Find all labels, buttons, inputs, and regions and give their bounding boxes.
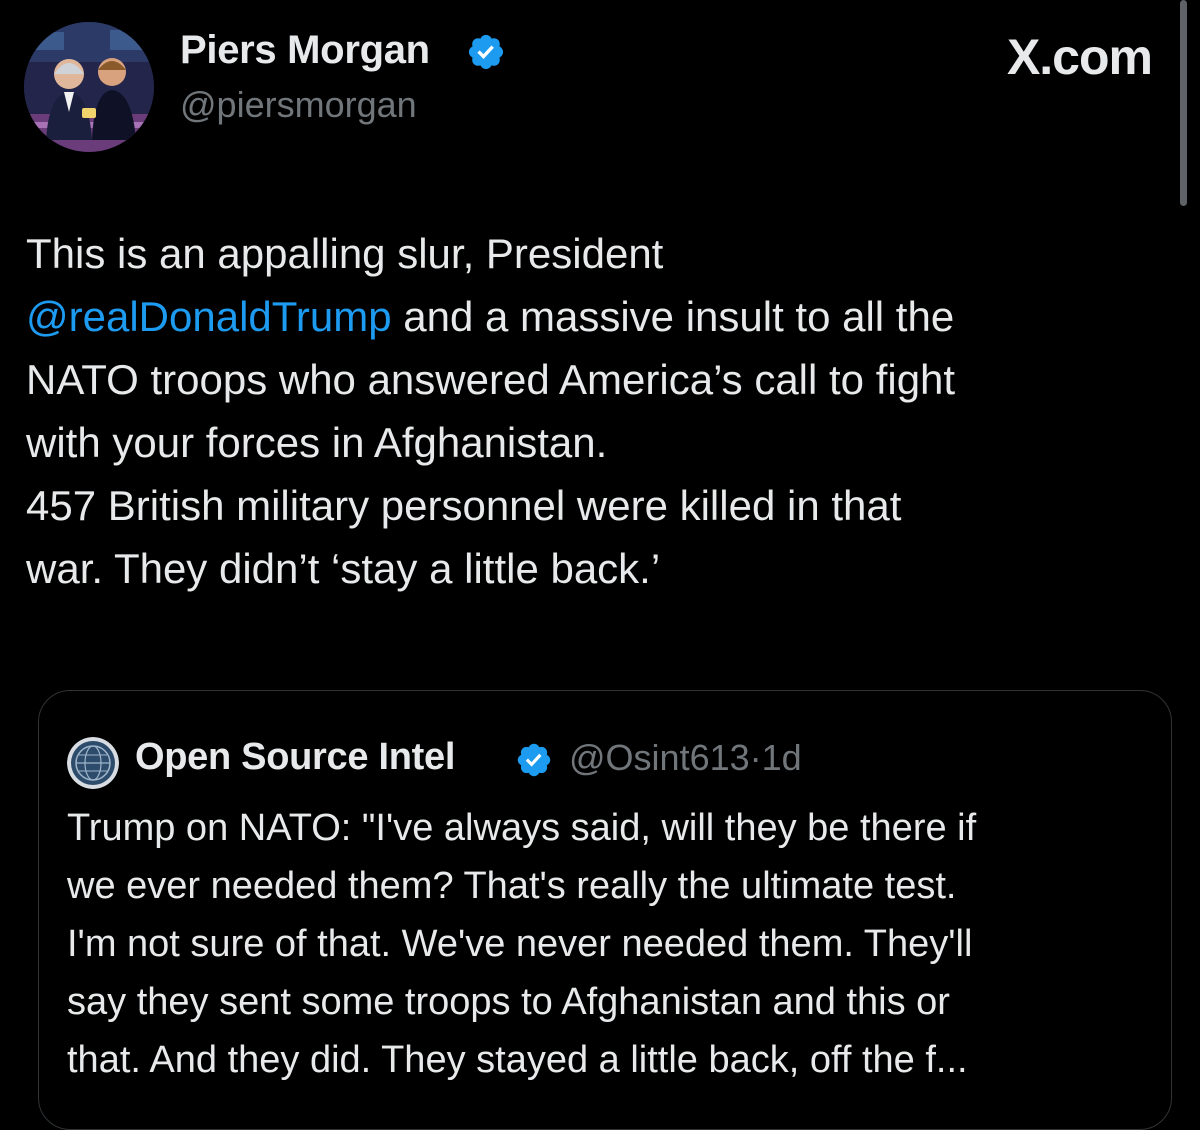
quoted-line: say they sent some troops to Afghanistan…	[67, 981, 950, 1023]
quoted-tweet-card[interactable]: Open Source Intel @Osint613·1d Trump on …	[38, 690, 1172, 1130]
quoted-meta: @Osint613·1d	[569, 737, 802, 779]
quoted-author-handle[interactable]: @Osint613	[569, 737, 750, 778]
author-avatar[interactable]	[24, 22, 154, 152]
tweet-line-text: 457 British military personnel were kill…	[26, 482, 902, 529]
quoted-author-name[interactable]: Open Source Intel	[135, 736, 455, 779]
tweet-line-text: war. They didn’t ‘stay a little back.’	[26, 545, 661, 592]
tweet-line: This is an appalling slur, President	[26, 222, 1176, 285]
mention-link[interactable]: @realDonaldTrump	[26, 293, 392, 340]
scrollbar-thumb[interactable]	[1180, 0, 1187, 206]
quoted-line: Trump on NATO: "I've always said, will t…	[67, 807, 977, 849]
quoted-line: that. And they did. They stayed a little…	[67, 1039, 968, 1081]
tweet-line: war. They didn’t ‘stay a little back.’	[26, 537, 1176, 600]
quoted-verified-badge-icon	[517, 743, 551, 777]
meta-separator: ·	[749, 737, 762, 778]
quoted-line: we ever needed them? That's really the u…	[67, 865, 957, 907]
tweet-text: This is an appalling slur, President @re…	[26, 222, 1176, 600]
tweet-line-text: NATO troops who answered America’s call …	[26, 356, 956, 403]
author-avatar-photo	[24, 22, 154, 152]
tweet-line-text: and a massive insult to all the	[391, 293, 955, 340]
author-handle[interactable]: @piersmorgan	[180, 84, 417, 126]
quoted-line: I'm not sure of that. We've never needed…	[67, 923, 973, 965]
quoted-timestamp[interactable]: 1d	[762, 737, 802, 778]
tweet-line-text: This is an appalling slur, President	[26, 230, 664, 277]
verified-badge-icon	[468, 34, 504, 70]
quoted-author-avatar[interactable]	[67, 737, 119, 789]
tweet-line: 457 British military personnel were kill…	[26, 474, 1176, 537]
tweet-line: with your forces in Afghanistan.	[26, 411, 1176, 474]
tweet-line-text: with your forces in Afghanistan.	[26, 419, 608, 466]
quoted-tweet-text: Trump on NATO: "I've always said, will t…	[67, 799, 1157, 1089]
site-label: X.com	[1006, 29, 1153, 85]
tweet-line: NATO troops who answered America’s call …	[26, 348, 1176, 411]
globe-emblem-icon	[67, 737, 119, 789]
tweet-line: @realDonaldTrump and a massive insult to…	[26, 285, 1176, 348]
author-name[interactable]: Piers Morgan	[180, 28, 430, 73]
